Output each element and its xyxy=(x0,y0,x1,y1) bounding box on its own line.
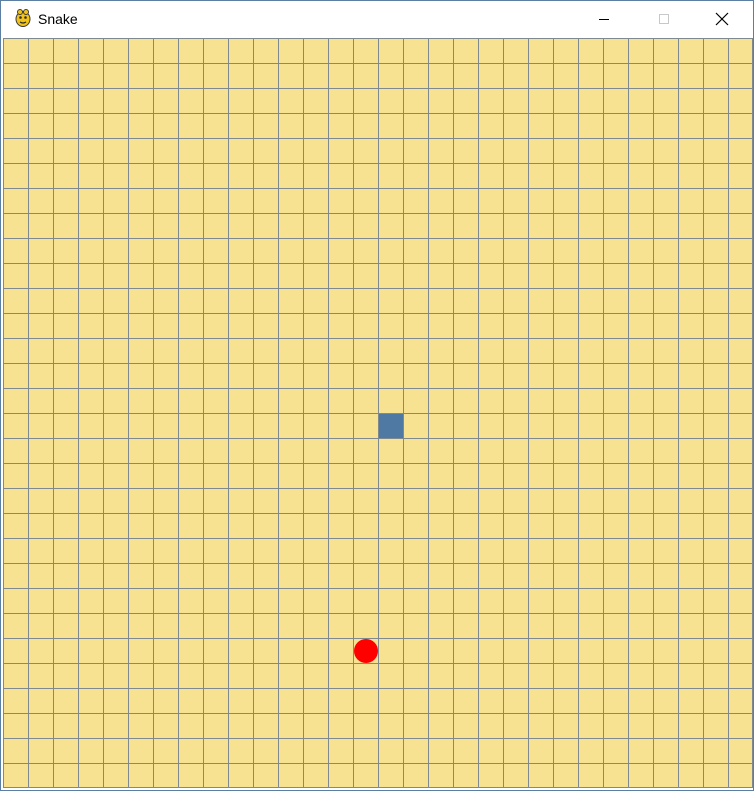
window-title: Snake xyxy=(38,11,78,27)
pygame-snake-icon xyxy=(15,9,31,27)
minimize-icon xyxy=(599,19,609,20)
snake-head xyxy=(379,414,403,438)
maximize-button[interactable] xyxy=(641,1,687,37)
maximize-icon xyxy=(659,14,669,24)
close-icon xyxy=(715,12,729,26)
title-bar[interactable]: Snake xyxy=(1,1,753,37)
close-button[interactable] xyxy=(699,1,745,37)
food-pellet xyxy=(354,639,378,663)
minimize-button[interactable] xyxy=(581,1,627,37)
snake-window: Snake xyxy=(0,0,754,791)
game-board[interactable] xyxy=(3,38,753,788)
